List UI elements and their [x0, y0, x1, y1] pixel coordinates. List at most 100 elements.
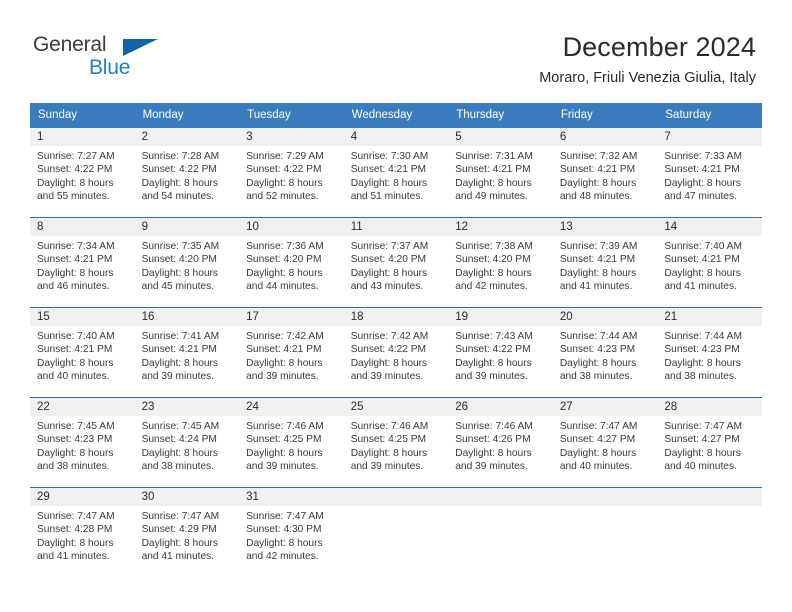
calendar-week-row: 1 Sunrise: 7:27 AM Sunset: 4:22 PM Daylight… — [30, 128, 762, 210]
daylight-text-line1: Daylight: 8 hours — [246, 177, 323, 189]
day-sun-info: Sunrise: 7:46 AM Sunset: 4:25 PM Daylight:… — [239, 416, 344, 474]
calendar-day-cell[interactable]: 18 Sunrise: 7:42 AM Sunset: 4:22 PM Dayligh… — [343, 308, 449, 390]
day-sun-info: Sunrise: 7:30 AM Sunset: 4:21 PM Daylight:… — [344, 146, 449, 204]
calendar-day-cell[interactable]: 3 Sunrise: 7:29 AM Sunset: 4:22 PM Daylight… — [239, 128, 344, 210]
calendar-day-cell[interactable]: 16 Sunrise: 7:41 AM Sunset: 4:21 PM Dayligh… — [134, 308, 240, 390]
sunrise-text: Sunrise: 7:42 AM — [246, 331, 324, 342]
daylight-text-line1: Daylight: 8 hours — [350, 177, 428, 189]
daylight-text-line2: and 48 minutes. — [559, 191, 633, 203]
sunset-text: Sunset: 4:27 PM — [664, 434, 740, 446]
sunrise-text: Sunrise: 7:37 AM — [350, 241, 429, 252]
day-sun-info: Sunrise: 7:40 AM Sunset: 4:21 PM Daylight:… — [657, 236, 762, 294]
calendar-day-cell[interactable]: 28 Sunrise: 7:47 AM Sunset: 4:27 PM Dayligh… — [657, 398, 762, 480]
sunrise-text: Sunrise: 7:40 AM — [664, 241, 742, 252]
day-number: 31 — [239, 488, 344, 506]
day-number: 12 — [448, 218, 553, 236]
day-number: 5 — [448, 128, 553, 146]
daylight-text-line1: Daylight: 8 hours — [664, 267, 741, 279]
day-number: 7 — [657, 128, 762, 146]
day-number: 26 — [448, 398, 553, 416]
weekday-header-saturday: Saturday — [665, 109, 712, 121]
sunset-text: Sunset: 4:21 PM — [141, 344, 217, 356]
day-number: 10 — [239, 218, 344, 236]
calendar-day-cell[interactable]: 29 Sunrise: 7:47 AM Sunset: 4:28 PM Dayligh… — [30, 488, 135, 570]
sunrise-text: Sunrise: 7:45 AM — [37, 421, 115, 432]
calendar-day-cell-empty — [343, 488, 449, 570]
day-number — [343, 488, 449, 506]
daylight-text-line1: Daylight: 8 hours — [141, 177, 219, 189]
sunrise-text: Sunrise: 7:47 AM — [141, 511, 220, 522]
weekday-header-row: Sunday Monday Tuesday Wednesday Thursday… — [30, 103, 762, 128]
sunrise-text: Sunrise: 7:47 AM — [37, 511, 115, 522]
sunrise-text: Sunrise: 7:34 AM — [37, 241, 115, 252]
calendar-day-cell[interactable]: 31 Sunrise: 7:47 AM Sunset: 4:30 PM Dayligh… — [239, 488, 344, 570]
day-number: 2 — [134, 128, 240, 146]
daylight-text-line2: and 54 minutes. — [141, 191, 215, 203]
general-blue-logo[interactable]: General Blue — [33, 34, 233, 78]
daylight-text-line2: and 42 minutes. — [246, 551, 319, 563]
calendar-day-cell[interactable]: 10 Sunrise: 7:36 AM Sunset: 4:20 PM Dayligh… — [239, 218, 344, 300]
day-number: 14 — [657, 218, 762, 236]
calendar-day-cell[interactable]: 4 Sunrise: 7:30 AM Sunset: 4:21 PM Daylight… — [343, 128, 449, 210]
day-number: 24 — [239, 398, 344, 416]
daylight-text-line1: Daylight: 8 hours — [559, 177, 637, 189]
daylight-text-line1: Daylight: 8 hours — [37, 177, 114, 189]
sunrise-text: Sunrise: 7:29 AM — [246, 151, 324, 162]
calendar-day-cell[interactable]: 1 Sunrise: 7:27 AM Sunset: 4:22 PM Daylight… — [30, 128, 135, 210]
calendar-day-cell[interactable]: 26 Sunrise: 7:46 AM Sunset: 4:26 PM Dayligh… — [448, 398, 553, 480]
calendar-day-cell[interactable]: 22 Sunrise: 7:45 AM Sunset: 4:23 PM Dayligh… — [30, 398, 135, 480]
calendar-day-cell[interactable]: 7 Sunrise: 7:33 AM Sunset: 4:21 PM Daylight… — [657, 128, 762, 210]
sunrise-text: Sunrise: 7:46 AM — [350, 421, 429, 432]
day-number: 28 — [657, 398, 762, 416]
sunset-text: Sunset: 4:22 PM — [246, 164, 322, 176]
day-sun-info: Sunrise: 7:42 AM Sunset: 4:22 PM Daylight:… — [344, 326, 449, 384]
calendar-day-cell[interactable]: 13 Sunrise: 7:39 AM Sunset: 4:21 PM Dayligh… — [552, 218, 658, 300]
calendar-week-row: 8 Sunrise: 7:34 AM Sunset: 4:21 PM Daylight… — [30, 217, 762, 300]
calendar-day-cell[interactable]: 8 Sunrise: 7:34 AM Sunset: 4:21 PM Daylight… — [30, 218, 135, 300]
daylight-text-line2: and 43 minutes. — [350, 281, 424, 293]
day-number: 17 — [239, 308, 344, 326]
calendar-day-cell[interactable]: 15 Sunrise: 7:40 AM Sunset: 4:21 PM Dayligh… — [30, 308, 135, 390]
calendar-day-cell[interactable]: 20 Sunrise: 7:44 AM Sunset: 4:23 PM Dayligh… — [552, 308, 658, 390]
calendar-day-cell[interactable]: 17 Sunrise: 7:42 AM Sunset: 4:21 PM Dayligh… — [239, 308, 344, 390]
day-number: 4 — [343, 128, 449, 146]
daylight-text-line2: and 38 minutes. — [664, 371, 737, 383]
daylight-text-line2: and 39 minutes. — [141, 371, 215, 383]
daylight-text-line1: Daylight: 8 hours — [141, 447, 219, 459]
daylight-text-line1: Daylight: 8 hours — [559, 357, 637, 369]
sunrise-text: Sunrise: 7:33 AM — [664, 151, 742, 162]
calendar-day-cell[interactable]: 27 Sunrise: 7:47 AM Sunset: 4:27 PM Dayligh… — [552, 398, 658, 480]
sunset-text: Sunset: 4:21 PM — [37, 254, 113, 266]
calendar-day-cell[interactable]: 25 Sunrise: 7:46 AM Sunset: 4:25 PM Dayligh… — [343, 398, 449, 480]
calendar-day-cell[interactable]: 24 Sunrise: 7:46 AM Sunset: 4:25 PM Dayligh… — [239, 398, 344, 480]
calendar-day-cell[interactable]: 11 Sunrise: 7:37 AM Sunset: 4:20 PM Dayligh… — [343, 218, 449, 300]
calendar-day-cell[interactable]: 6 Sunrise: 7:32 AM Sunset: 4:21 PM Daylight… — [552, 128, 658, 210]
calendar-day-cell[interactable]: 12 Sunrise: 7:38 AM Sunset: 4:20 PM Dayligh… — [448, 218, 553, 300]
daylight-text-line1: Daylight: 8 hours — [246, 267, 323, 279]
sunrise-text: Sunrise: 7:44 AM — [559, 331, 638, 342]
day-sun-info: Sunrise: 7:41 AM Sunset: 4:21 PM Daylight:… — [135, 326, 240, 384]
calendar-day-cell[interactable]: 30 Sunrise: 7:47 AM Sunset: 4:29 PM Dayligh… — [134, 488, 240, 570]
day-sun-info: Sunrise: 7:29 AM Sunset: 4:22 PM Daylight:… — [239, 146, 344, 204]
calendar-day-cell[interactable]: 21 Sunrise: 7:44 AM Sunset: 4:23 PM Dayligh… — [657, 308, 762, 390]
daylight-text-line2: and 41 minutes. — [559, 281, 633, 293]
calendar-day-cell[interactable]: 23 Sunrise: 7:45 AM Sunset: 4:24 PM Dayligh… — [134, 398, 240, 480]
sunset-text: Sunset: 4:30 PM — [246, 524, 322, 536]
calendar-week-row: 22 Sunrise: 7:45 AM Sunset: 4:23 PM Dayligh… — [30, 397, 762, 480]
daylight-text-line1: Daylight: 8 hours — [37, 537, 114, 549]
day-number: 29 — [30, 488, 135, 506]
calendar-day-cell[interactable]: 5 Sunrise: 7:31 AM Sunset: 4:21 PM Daylight… — [448, 128, 553, 210]
day-number — [448, 488, 553, 506]
day-number — [552, 488, 658, 506]
calendar-day-cell[interactable]: 9 Sunrise: 7:35 AM Sunset: 4:20 PM Daylight… — [134, 218, 240, 300]
daylight-text-line2: and 52 minutes. — [246, 191, 319, 203]
daylight-text-line1: Daylight: 8 hours — [141, 267, 219, 279]
weekday-header-wednesday: Wednesday — [351, 109, 413, 121]
daylight-text-line2: and 39 minutes. — [455, 461, 528, 473]
daylight-text-line2: and 38 minutes. — [559, 371, 633, 383]
daylight-text-line1: Daylight: 8 hours — [559, 447, 637, 459]
calendar-day-cell[interactable]: 19 Sunrise: 7:43 AM Sunset: 4:22 PM Dayligh… — [448, 308, 553, 390]
daylight-text-line2: and 40 minutes. — [37, 371, 110, 383]
calendar-day-cell[interactable]: 2 Sunrise: 7:28 AM Sunset: 4:22 PM Daylight… — [134, 128, 240, 210]
calendar-day-cell[interactable]: 14 Sunrise: 7:40 AM Sunset: 4:21 PM Dayligh… — [657, 218, 762, 300]
